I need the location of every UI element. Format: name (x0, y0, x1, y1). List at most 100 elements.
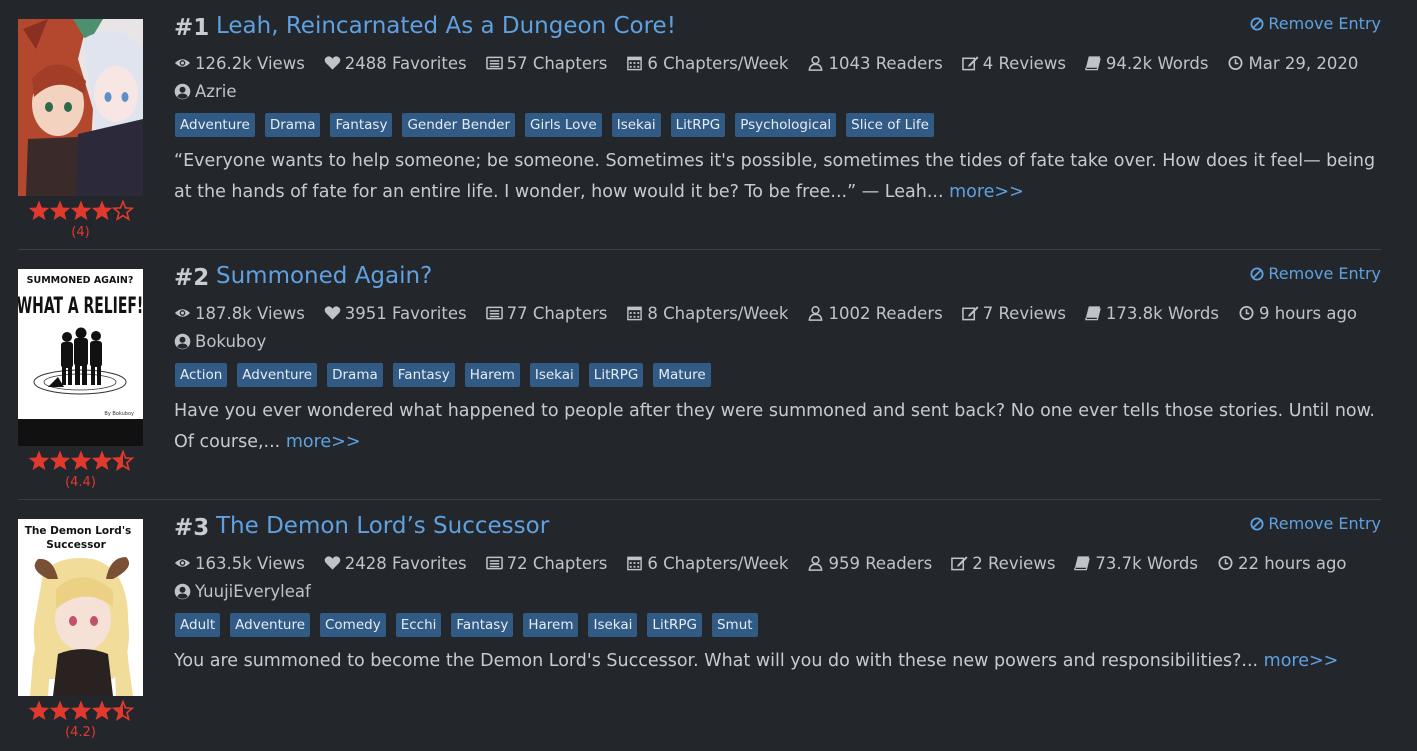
tag[interactable]: Adventure (230, 613, 310, 637)
tag[interactable]: Action (175, 363, 228, 387)
remove-entry-button[interactable]: Remove Entry (1250, 514, 1381, 533)
cover-image[interactable]: The Demon Lord's Successor (18, 519, 143, 696)
list-icon (485, 306, 503, 320)
tag[interactable]: Isekai (588, 613, 638, 637)
book-icon (1085, 306, 1101, 321)
tag[interactable]: Comedy (320, 613, 386, 637)
tag[interactable]: Girls Love (525, 113, 602, 137)
fiction-title-link[interactable]: The Demon Lord’s Successor (216, 513, 549, 539)
heart-icon (324, 306, 341, 320)
tag[interactable]: Mature (653, 363, 711, 387)
tag[interactable]: Drama (327, 363, 383, 387)
rank-number: #3 (174, 515, 210, 541)
eye-icon (174, 309, 191, 317)
more-link[interactable]: more>> (1264, 651, 1339, 671)
cover-byline: By Bokuboy (104, 411, 134, 417)
rating-value: (4.2) (65, 725, 96, 740)
remove-entry-label: Remove Entry (1268, 14, 1381, 33)
tag[interactable]: Drama (264, 113, 321, 137)
remove-entry-button[interactable]: Remove Entry (1250, 264, 1381, 283)
clock-icon (1228, 56, 1243, 70)
updated-stat: 22 hours ago (1217, 554, 1347, 573)
description-text: You are summoned to become the Demon Lor… (174, 651, 1259, 671)
favorites-count: 2488 Favorites (344, 53, 467, 73)
rank-number: #1 (174, 15, 210, 41)
tag-list: Adventure Drama Fantasy Gender Bender Gi… (175, 113, 944, 137)
updated-date: Mar 29, 2020 (1248, 53, 1359, 73)
tag[interactable]: Adult (175, 613, 221, 637)
chapters-per-week-count: 6 Chapters/Week (647, 53, 789, 73)
tag[interactable]: LitRPG (588, 363, 644, 387)
more-link[interactable]: more>> (949, 182, 1024, 202)
more-link[interactable]: more>> (286, 432, 361, 452)
tag[interactable]: Fantasy (330, 113, 393, 137)
tag[interactable]: Psychological (735, 113, 837, 137)
tag[interactable]: Harem (464, 363, 520, 387)
chapters-stat: 72 Chapters (485, 554, 607, 573)
author-link[interactable]: YuujiEveryleaf (174, 579, 311, 603)
tag[interactable]: Harem (523, 613, 579, 637)
tag[interactable]: Fantasy (392, 363, 455, 387)
list-icon (485, 556, 503, 570)
edit-icon (961, 56, 979, 71)
edit-icon (951, 556, 968, 571)
reviews-count: 7 Reviews (982, 303, 1066, 323)
readers-stat: 1043 Readers (807, 54, 943, 73)
tag[interactable]: Adventure (237, 363, 318, 387)
words-count: 94.2k Words (1105, 53, 1209, 73)
updated-date: 22 hours ago (1237, 553, 1347, 573)
tag[interactable]: Gender Bender (402, 113, 516, 137)
author-name: YuujiEveryleaf (195, 581, 311, 601)
readers-stat: 1002 Readers (807, 304, 943, 323)
ban-icon (1250, 17, 1264, 30)
tag[interactable]: Isekai (529, 363, 579, 387)
eye-icon (174, 59, 191, 67)
rating-stars (18, 449, 143, 475)
calendar-icon (627, 556, 643, 571)
edit-icon (961, 306, 979, 321)
description: You are summoned to become the Demon Lor… (174, 646, 1384, 677)
fiction-title-link[interactable]: Summoned Again? (216, 263, 432, 289)
tag[interactable]: Fantasy (451, 613, 514, 637)
tag[interactable]: Ecchi (395, 613, 442, 637)
heart-icon (324, 56, 341, 70)
calendar-icon (627, 56, 643, 71)
author-link[interactable]: Bokuboy (174, 329, 266, 353)
cover-title-line1: The Demon Lord's (25, 525, 132, 537)
chapters-count: 77 Chapters (506, 303, 608, 323)
list-icon (485, 56, 503, 70)
tag[interactable]: Adventure (175, 113, 255, 137)
description: Have you ever wondered what happened to … (174, 396, 1384, 458)
remove-entry-button[interactable]: Remove Entry (1250, 14, 1381, 33)
author-link[interactable]: Azrie (174, 79, 236, 103)
author-name: Bokuboy (195, 331, 267, 351)
readers-stat: 959 Readers (807, 554, 932, 573)
reviews-count: 4 Reviews (982, 53, 1066, 73)
words-count: 73.7k Words (1095, 553, 1198, 573)
book-icon (1074, 556, 1091, 571)
list-entry: (4) #1 Leah, Reincarnated As a Dungeon C… (0, 0, 1417, 250)
words-stat: 73.7k Words (1074, 554, 1198, 573)
cover-image[interactable] (18, 19, 143, 196)
reviews-stat: 4 Reviews (961, 53, 1066, 73)
views-stat: 187.8k Views (174, 304, 305, 323)
tag[interactable]: LitRPG (647, 613, 702, 637)
chapters-per-week-stat: 8 Chapters/Week (626, 304, 788, 323)
stats-row: 187.8k Views 3951 Favorites 77 Chapters … (174, 301, 1376, 325)
tag[interactable]: Smut (711, 613, 758, 637)
chapters-per-week-stat: 6 Chapters/Week (626, 54, 788, 73)
tag[interactable]: Slice of Life (846, 113, 934, 137)
tag[interactable]: LitRPG (670, 113, 726, 137)
fiction-title-link[interactable]: Leah, Reincarnated As a Dungeon Core! (216, 13, 676, 39)
rating-value: (4) (71, 225, 90, 240)
remove-entry-label: Remove Entry (1268, 264, 1381, 283)
updated-date: 9 hours ago (1258, 303, 1358, 323)
favorites-count: 3951 Favorites (344, 303, 467, 323)
tag[interactable]: Isekai (611, 113, 661, 137)
favorites-stat: 3951 Favorites (324, 304, 467, 323)
eye-icon (174, 559, 191, 567)
words-stat: 173.8k Words (1085, 304, 1219, 323)
words-count: 173.8k Words (1105, 303, 1219, 323)
cover-image[interactable]: SUMMONED AGAIN? WHAT A RELIEF! By Bokubo… (18, 269, 143, 446)
chapters-per-week-stat: 6 Chapters/Week (626, 554, 788, 573)
